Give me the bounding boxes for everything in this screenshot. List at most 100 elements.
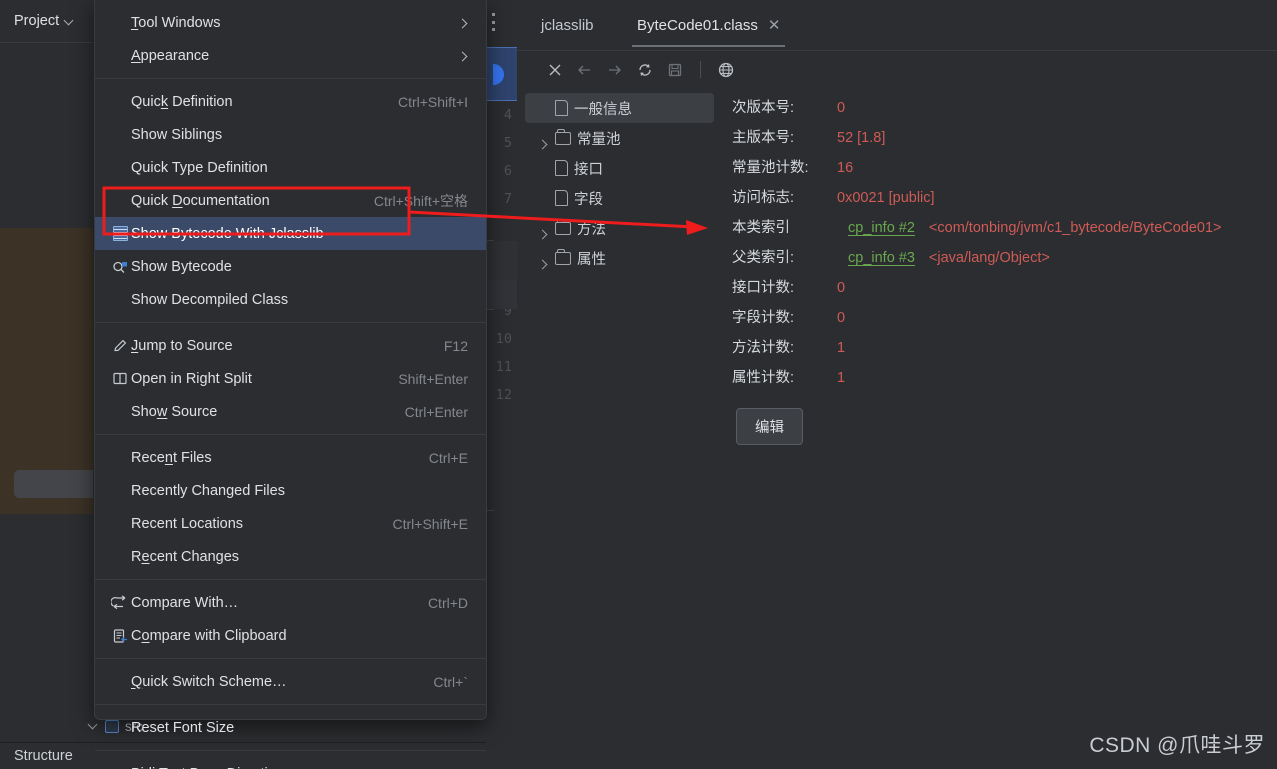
menu-separator bbox=[95, 750, 486, 751]
header-divider bbox=[0, 42, 94, 43]
detail-row: 接口计数: 0 bbox=[732, 276, 1277, 306]
jclasslib-body: 一般信息 常量池 接口 字段 方法 属性 次版本号: 0 主版本号: 52 [1.8] 常量池计数… bbox=[517, 88, 1277, 769]
menu-item-recently-changed-files[interactable]: Recently Changed Files bbox=[95, 474, 486, 507]
edit-button[interactable]: 编辑 bbox=[736, 408, 803, 445]
tree-node-属性[interactable]: 属性 bbox=[525, 243, 714, 273]
menu-item-show-siblings[interactable]: Show Siblings bbox=[95, 118, 486, 151]
menu-separator bbox=[95, 322, 486, 323]
menu-item-label: Reset Font Size bbox=[131, 719, 235, 736]
detail-value: <java/lang/Object> bbox=[928, 250, 1050, 266]
gutter-rule bbox=[486, 240, 494, 241]
jclasslib-toolbar bbox=[517, 50, 1277, 88]
menu-item-recent-locations[interactable]: Recent Locations Ctrl+Shift+E bbox=[95, 507, 486, 540]
detail-label: 接口计数: bbox=[732, 280, 795, 296]
menu-item-label: Quick Definition bbox=[131, 93, 233, 110]
detail-value: 0 bbox=[837, 100, 846, 116]
folder-icon bbox=[555, 218, 571, 235]
menu-item-show-source[interactable]: Show Source Ctrl+Enter bbox=[95, 395, 486, 428]
back-arrow-icon[interactable] bbox=[572, 57, 598, 83]
tab-label: jclasslib bbox=[541, 16, 594, 34]
constant-pool-link[interactable]: cp_info #3 bbox=[837, 250, 915, 266]
save-icon[interactable] bbox=[662, 57, 688, 83]
menu-item-quick-definition[interactable]: Quick Definition Ctrl+Shift+I bbox=[95, 85, 486, 118]
menu-item-label: Show Bytecode bbox=[131, 258, 232, 275]
gutter-rule bbox=[486, 510, 494, 511]
context-menu[interactable]: Tool Windows Appearance Quick Definition Ct… bbox=[94, 0, 487, 769]
gutter-line-number: 5 bbox=[503, 135, 512, 151]
menu-separator bbox=[95, 434, 486, 435]
menu-item-tool-windows[interactable]: Tool Windows bbox=[95, 6, 486, 39]
tree-node-label: 属性 bbox=[577, 251, 606, 268]
menu-item-show-decompiled-class[interactable]: Show Decompiled Class bbox=[95, 283, 486, 316]
menu-item-bidi-text-base-direction[interactable]: Bidi Text Base Direction bbox=[95, 757, 486, 769]
tab-jclasslib[interactable]: jclasslib bbox=[527, 0, 608, 50]
tree-node-一般信息[interactable]: 一般信息 bbox=[525, 93, 714, 123]
project-title: Project bbox=[14, 13, 60, 29]
quick-search-icon bbox=[109, 259, 131, 275]
file-icon bbox=[555, 160, 568, 176]
tab-bar: jclasslib ByteCode01.class ✕ bbox=[517, 0, 1277, 50]
menu-item-shortcut: Ctrl+Shift+I bbox=[397, 93, 468, 110]
tree-node-常量池[interactable]: 常量池 bbox=[525, 123, 714, 153]
menu-item-open-in-right-split[interactable]: Open in Right Split Shift+Enter bbox=[95, 362, 486, 395]
class-structure-tree[interactable]: 一般信息常量池接口 字段 方法属性 bbox=[517, 88, 722, 769]
menu-item-show-bytecode[interactable]: Show Bytecode bbox=[95, 250, 486, 283]
gutter-line-number: 11 bbox=[495, 359, 512, 375]
detail-value: 16 bbox=[837, 160, 854, 176]
menu-item-quick-type-definition[interactable]: Quick Type Definition bbox=[95, 151, 486, 184]
menu-item-label: Recently Changed Files bbox=[131, 482, 285, 499]
menu-item-recent-files[interactable]: Recent Files Ctrl+E bbox=[95, 441, 486, 474]
pencil-icon bbox=[109, 338, 131, 354]
tree-node-方法[interactable]: 方法 bbox=[525, 213, 714, 243]
chevron-down-icon[interactable] bbox=[65, 17, 74, 26]
pencil-icon bbox=[114, 339, 127, 351]
browse-web-icon[interactable] bbox=[713, 57, 739, 83]
menu-item-label: Appearance bbox=[131, 47, 210, 64]
run-gutter-icon[interactable] bbox=[493, 64, 504, 85]
detail-label: 父类索引: bbox=[732, 250, 795, 266]
tree-node-label: 常量池 bbox=[577, 131, 621, 148]
tree-node-接口[interactable]: 接口 bbox=[525, 153, 714, 183]
menu-item-quick-documentation[interactable]: Quick Documentation Ctrl+Shift+空格 bbox=[95, 184, 486, 217]
project-panel-header[interactable]: Project bbox=[0, 0, 92, 42]
detail-label: 主版本号: bbox=[732, 130, 795, 146]
tab-bytecode01-class[interactable]: ByteCode01.class ✕ bbox=[623, 0, 794, 50]
menu-separator bbox=[95, 579, 486, 580]
menu-item-label: Bidi Text Base Direction bbox=[131, 766, 458, 769]
forward-arrow-icon[interactable] bbox=[602, 57, 628, 83]
detail-label: 常量池计数: bbox=[732, 160, 809, 176]
menu-item-compare-with-clipboard[interactable]: Compare with Clipboard bbox=[95, 619, 486, 652]
tree-node-字段[interactable]: 字段 bbox=[525, 183, 714, 213]
reload-icon[interactable] bbox=[632, 57, 658, 83]
menu-item-shortcut: Ctrl+Shift+E bbox=[392, 515, 468, 532]
more-options-icon[interactable] bbox=[491, 13, 495, 31]
detail-value: 1 bbox=[837, 370, 846, 386]
menu-item-show-bytecode-with-jclasslib[interactable]: Show Bytecode With Jclasslib bbox=[95, 217, 486, 250]
menu-item-jump-to-source[interactable]: Jump to Source F12 bbox=[95, 329, 486, 362]
close-tab-icon[interactable]: ✕ bbox=[768, 16, 781, 34]
gutter-line-number: 10 bbox=[495, 331, 512, 347]
compare-icon bbox=[109, 595, 131, 610]
folder-icon bbox=[555, 128, 571, 145]
detail-value: 0 bbox=[837, 310, 846, 326]
menu-item-label: Recent Changes bbox=[131, 548, 240, 565]
menu-item-reset-font-size[interactable]: Reset Font Size bbox=[95, 711, 486, 744]
jclasslib-icon bbox=[112, 226, 128, 241]
menu-item-compare-with[interactable]: Compare With… Ctrl+D bbox=[95, 586, 486, 619]
menu-item-recent-changes[interactable]: Recent Changes bbox=[95, 540, 486, 573]
menu-item-label: Quick Documentation bbox=[131, 192, 270, 209]
menu-item-shortcut: Shift+Enter bbox=[398, 370, 468, 387]
menu-item-appearance[interactable]: Appearance bbox=[95, 39, 486, 72]
gutter-line-number: 7 bbox=[503, 191, 512, 207]
detail-label: 方法计数: bbox=[732, 340, 795, 356]
gutter-selected-marker[interactable] bbox=[486, 47, 517, 101]
gutter-line-number: 12 bbox=[495, 387, 512, 403]
constant-pool-link[interactable]: cp_info #2 bbox=[837, 220, 915, 236]
detail-label: 访问标志: bbox=[732, 190, 795, 206]
chevron-right-icon bbox=[458, 51, 468, 61]
gutter-line-number: 6 bbox=[503, 163, 512, 179]
close-icon[interactable] bbox=[542, 57, 568, 83]
menu-item-label: Recent Files bbox=[131, 449, 212, 466]
menu-item-quick-switch-scheme[interactable]: Quick Switch Scheme… Ctrl+` bbox=[95, 665, 486, 698]
menu-item-shortcut: Ctrl+` bbox=[433, 673, 468, 690]
